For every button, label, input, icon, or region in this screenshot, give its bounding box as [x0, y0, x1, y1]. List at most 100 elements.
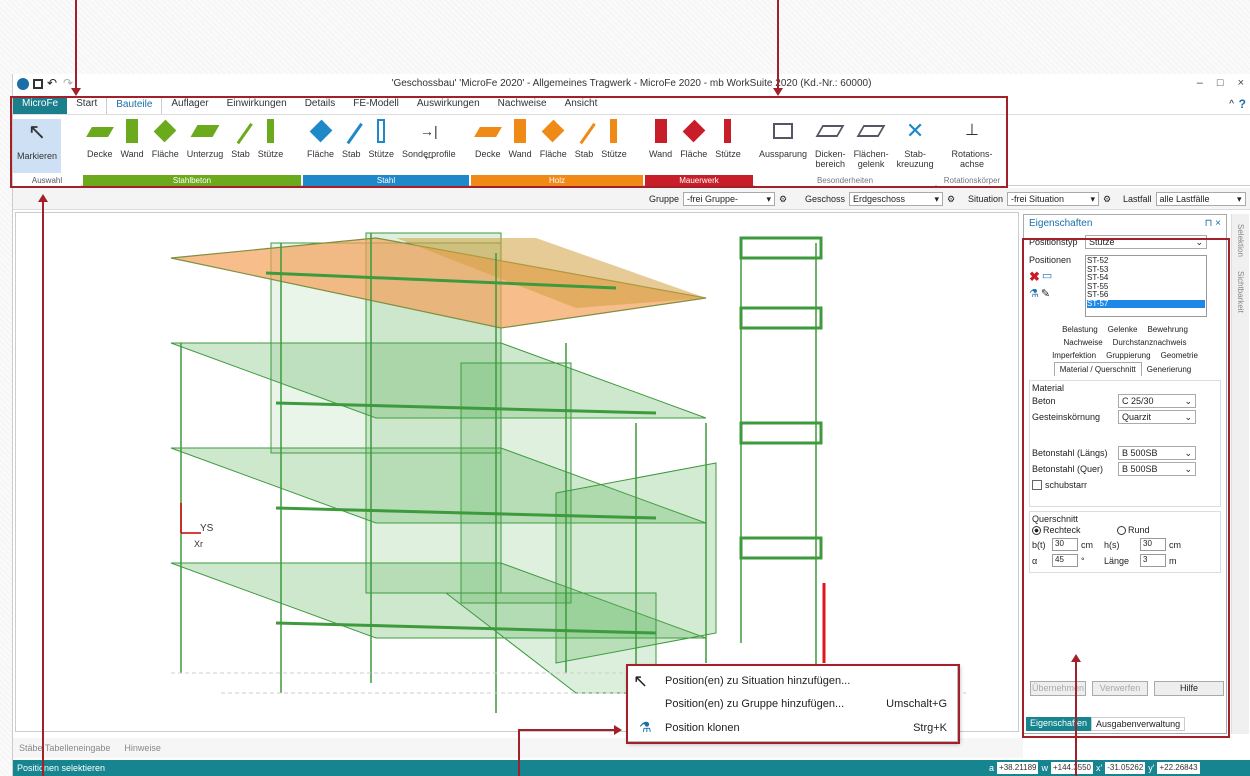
situation-settings-icon[interactable]: ⚙ — [1103, 194, 1111, 205]
tab-nachweise-panel[interactable]: Nachweise — [1059, 336, 1108, 349]
laenge-input[interactable]: 3 — [1140, 554, 1166, 567]
opening-icon — [773, 123, 794, 139]
menu-item-situation[interactable]: Position(en) zu Situation hinzufügen... — [665, 675, 947, 687]
menu-item-klonen[interactable]: Position klonen Strg+K — [665, 722, 947, 734]
tab-imperfektion[interactable]: Imperfektion — [1047, 349, 1101, 362]
tab-auswirkungen[interactable]: Auswirkungen — [408, 96, 489, 114]
sb-stab-button[interactable]: Stab — [227, 117, 254, 159]
tab-fe-modell[interactable]: FE-Modell — [344, 96, 408, 114]
tab-einwirkungen[interactable]: Einwirkungen — [218, 96, 296, 114]
tab-bewehrung[interactable]: Bewehrung — [1142, 323, 1192, 336]
group-label-auswahl: Auswahl — [13, 175, 81, 187]
rechteck-radio[interactable] — [1032, 525, 1041, 535]
schubstarr-checkbox[interactable] — [1032, 480, 1042, 490]
tab-microfe[interactable]: MicroFe — [13, 96, 68, 114]
lastfall-select[interactable]: alle Lastfälle ▾ — [1155, 192, 1246, 206]
h-wand-button[interactable]: Wand — [505, 119, 536, 159]
tab-eigenschaften[interactable]: Eigenschaften — [1026, 717, 1092, 731]
tab-auflager[interactable]: Auflager — [162, 96, 217, 114]
gruppe-settings-icon[interactable]: ⚙ — [779, 194, 787, 205]
delete-icon[interactable]: ✖ — [1029, 269, 1040, 285]
sb-flaeche-button[interactable]: Fläche — [148, 119, 183, 159]
beton-select[interactable]: C 25/30 ⌄ — [1118, 394, 1196, 408]
tab-ansicht[interactable]: Ansicht — [556, 96, 607, 114]
flask-icon[interactable]: ⚗ — [1029, 287, 1039, 300]
geschoss-select[interactable]: Erdgeschoss ▾ — [849, 192, 944, 206]
tab-gelenke[interactable]: Gelenke — [1103, 323, 1143, 336]
st-flaeche-button[interactable]: Fläche — [303, 119, 338, 159]
tab-gruppierung[interactable]: Gruppierung — [1101, 349, 1155, 362]
st-sonderprofile-button[interactable]: →|← Sonderprofile — [398, 119, 460, 163]
gestein-select[interactable]: Quarzit ⌄ — [1118, 410, 1196, 424]
stabkreuzung-button[interactable]: ✕ Stab- kreuzung — [893, 119, 938, 170]
st-stab-button[interactable]: Stab — [338, 117, 365, 159]
sb-stuetze-button[interactable]: Stütze — [254, 119, 288, 159]
tab-ausgabenverwaltung[interactable]: Ausgabenverwaltung — [1091, 717, 1186, 731]
m-stuetze-button[interactable]: Stütze — [711, 119, 745, 159]
sb-unterzug-button[interactable]: Unterzug — [183, 119, 228, 159]
close-button[interactable]: × — [1238, 77, 1244, 89]
help-icon[interactable]: ? — [1239, 97, 1246, 111]
h-decke-button[interactable]: Decke — [471, 119, 505, 159]
minimize-button[interactable]: – — [1197, 77, 1203, 89]
tab-start[interactable]: Start — [67, 96, 106, 114]
h-flaeche-button[interactable]: Fläche — [536, 119, 571, 159]
laengs-select[interactable]: B 500SB ⌄ — [1118, 446, 1196, 460]
tab-bauteile[interactable]: Bauteile — [106, 96, 163, 114]
tab-geometrie[interactable]: Geometrie — [1156, 349, 1203, 362]
positionstyp-select[interactable]: Stütze ⌄ — [1085, 235, 1207, 249]
selektion-tab[interactable]: Selektion — [1236, 224, 1245, 257]
tab-details[interactable]: Details — [296, 96, 345, 114]
wall-icon — [126, 119, 139, 143]
positionen-list[interactable]: ST-52 ST-53 ST-54 ST-55 ST-56 ST-57 — [1085, 255, 1207, 317]
sb-decke-button[interactable]: Decke — [83, 119, 117, 159]
querschnitt-group: Querschnitt Rechteck Rund b(t) 30 cm h(s) 3… — [1029, 511, 1221, 573]
tab-nachweise[interactable]: Nachweise — [489, 96, 556, 114]
geschoss-settings-icon[interactable]: ⚙ — [947, 194, 955, 205]
st-stuetze-button[interactable]: Stütze — [365, 119, 399, 159]
quer-select[interactable]: B 500SB ⌄ — [1118, 462, 1196, 476]
ribbon-collapse-icon[interactable]: ^ — [1229, 99, 1234, 110]
uebernehmen-button[interactable]: Übernehmen — [1030, 681, 1086, 696]
dickenbereich-button[interactable]: Dicken- bereich — [811, 119, 850, 169]
m-wand-button[interactable]: Wand — [645, 119, 676, 159]
sichtbarkeit-tab[interactable]: Sichtbarkeit — [1236, 271, 1245, 313]
w-label: w — [1041, 763, 1048, 773]
tab-material-querschnitt[interactable]: Material / Querschnitt — [1053, 362, 1142, 376]
brush-icon[interactable]: ✎ — [1041, 287, 1050, 300]
alpha-input[interactable]: 45 — [1052, 554, 1078, 567]
verwerfen-button[interactable]: Verwerfen — [1092, 681, 1148, 696]
hilfe-button[interactable]: Hilfe — [1154, 681, 1224, 696]
rund-radio[interactable] — [1117, 525, 1126, 535]
side-tabs: Selektion Sichtbarkeit — [1231, 214, 1249, 734]
markieren-button[interactable]: ↖ Markieren — [13, 119, 62, 173]
rotationsachse-button[interactable]: ⊥ Rotations- achse — [947, 119, 996, 169]
maximize-button[interactable]: □ — [1217, 77, 1224, 89]
group-auswahl: ↖ Markieren Auswahl — [13, 115, 81, 187]
menu-item-gruppe[interactable]: Position(en) zu Gruppe hinzufügen... Umsc… — [665, 698, 947, 710]
situation-select[interactable]: -frei Situation ▾ — [1007, 192, 1100, 206]
tab-belastung[interactable]: Belastung — [1057, 323, 1103, 336]
edit-icon[interactable]: ▭ — [1042, 269, 1052, 285]
b-input[interactable]: 30 — [1052, 538, 1078, 551]
tab-staebe-tabelleneingabe[interactable]: Stäbe Tabelleneingabe — [19, 743, 110, 753]
chevron-down-icon: ▾ — [766, 193, 772, 204]
m-flaeche-button[interactable]: Fläche — [676, 119, 711, 159]
model-viewport[interactable]: YS Xr — [15, 212, 1019, 732]
aussparung-button[interactable]: Aussparung — [755, 119, 811, 159]
sb-wand-button[interactable]: Wand — [117, 119, 148, 159]
tab-durchstanz[interactable]: Durchstanznachweis — [1108, 336, 1192, 349]
h-stab-button[interactable]: Stab — [571, 117, 598, 159]
slab-icon — [85, 127, 114, 137]
hinge-icon — [856, 125, 886, 137]
flaechengelenk-button[interactable]: Flächen- gelenk — [850, 119, 893, 169]
tab-generierung[interactable]: Generierung — [1142, 363, 1196, 376]
pin-close-icon[interactable]: ⊓ × — [1205, 218, 1221, 230]
tab-hinweise[interactable]: Hinweise — [124, 743, 161, 753]
list-item-selected[interactable]: ST-57 — [1087, 299, 1205, 308]
h-stuetze-button[interactable]: Stütze — [597, 119, 631, 159]
group-label-besonderheiten: Besonderheiten — [755, 175, 935, 187]
h-input[interactable]: 30 — [1140, 538, 1166, 551]
title-bar: ↶ ↷ 'Geschossbau' 'MicroFe 2020' - Allge… — [13, 74, 1250, 94]
gruppe-select[interactable]: -frei Gruppe- ▾ — [683, 192, 776, 206]
